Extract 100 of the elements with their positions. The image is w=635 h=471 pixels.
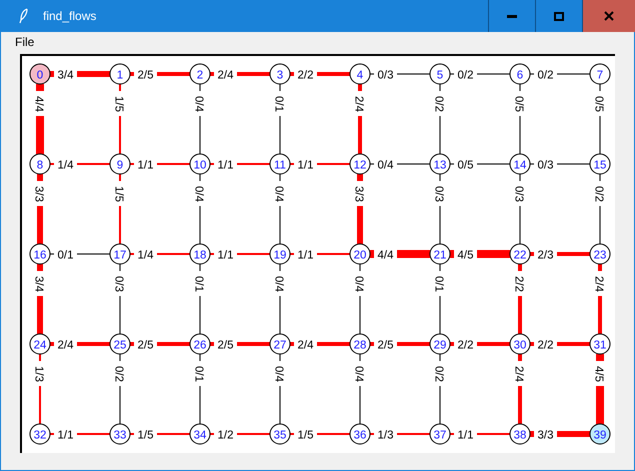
graph-node: 4 [350,64,370,84]
graph-node: 26 [190,334,210,354]
edge-line [36,84,44,154]
edge-line [37,174,43,244]
edge-label: 1/4 [58,160,74,172]
edge-label: 0/3 [112,276,124,292]
edge-line [130,253,190,255]
minimize-icon [507,14,517,18]
graph-node: 23 [590,244,610,264]
edge-label: 2/4 [298,340,314,352]
edge-label: 0/5 [512,96,524,112]
edge-line [210,433,270,435]
edge-line [370,433,430,435]
edge-label: 1/1 [298,250,314,262]
edge-label: 0/3 [378,70,394,82]
edge-label: 2/4 [218,70,234,82]
edge-label: 2/2 [512,276,524,292]
graph-node: 0 [30,64,50,84]
edge-label: 0/2 [538,70,554,82]
close-button[interactable] [582,0,635,32]
edge-label: 4/5 [458,250,474,262]
graph-node: 14 [510,154,530,174]
graph-node: 28 [350,334,370,354]
edge-line [357,174,363,244]
edge-label: 0/2 [112,366,124,382]
graph-node: 39 [590,424,610,444]
edge-label: 0/4 [192,96,204,112]
edge-label: 2/5 [138,70,154,82]
edge-label: 3/4 [58,70,74,82]
graph-node: 5 [430,64,450,84]
graph-node: 10 [190,154,210,174]
edge-label: 0/1 [432,276,444,292]
edge-label: 0/5 [592,96,604,112]
edge-label: 0/1 [272,96,284,112]
edge-label: 0/2 [432,96,444,112]
edge-label: 0/5 [458,160,474,172]
edge-label: 3/4 [32,276,44,292]
edge-label: 3/3 [538,430,554,442]
edge-label: 0/2 [458,70,474,82]
edge-line [37,264,43,334]
edge-line [39,354,41,424]
edge-label: 0/2 [592,186,604,202]
edge-label: 4/5 [592,366,604,382]
graph-node: 16 [30,244,50,264]
edge-label: 0/4 [272,366,284,382]
edge-label: 2/4 [592,276,604,292]
graph-node: 17 [110,244,130,264]
graph-node: 32 [30,424,50,444]
edge-label: 1/5 [138,430,154,442]
edge-label: 2/3 [538,250,554,262]
edge-label: 1/1 [138,160,154,172]
edge-label: 0/1 [192,366,204,382]
edge-line [50,163,110,165]
edge-label: 1/5 [112,96,124,112]
edge-label: 1/1 [218,250,234,262]
graph-node: 9 [110,154,130,174]
edge-label: 1/1 [458,430,474,442]
maximize-icon [554,12,564,20]
graph-node: 35 [270,424,290,444]
graph-node: 19 [270,244,290,264]
edge-line [530,431,590,437]
edge-label: 2/4 [512,366,524,382]
edge-label: 0/3 [512,186,524,202]
edge-label: 1/1 [58,430,74,442]
edge-line [50,71,110,77]
edge-line [130,163,190,165]
edge-label: 1/5 [298,430,314,442]
edge-label: 2/2 [538,340,554,352]
graph-node: 25 [110,334,130,354]
edge-label: 1/2 [218,430,234,442]
edge-label: 1/3 [378,430,394,442]
graph-node: 31 [590,334,610,354]
edge-label: 2/5 [378,340,394,352]
edge-line [596,354,604,424]
edge-label: 3/3 [32,186,44,202]
graph-node: 34 [190,424,210,444]
graph-node: 6 [510,64,530,84]
edge-line [290,433,350,435]
graph-node: 3 [270,64,290,84]
edge-label: 0/4 [272,276,284,292]
menu-item[interactable]: File [15,34,34,48]
graph-node: 33 [110,424,130,444]
edge-label: 2/2 [298,70,314,82]
graph-node: 18 [190,244,210,264]
edge-label: 2/4 [352,96,364,112]
edge-line [119,84,121,154]
edge-label: 2/4 [58,340,74,352]
edge-label: 3/3 [352,186,364,202]
edge-line [290,163,350,165]
edge-label: 0/3 [538,160,554,172]
graph-node: 11 [270,154,290,174]
window-title: find_flows [43,9,96,23]
edge-label: 1/1 [298,160,314,172]
graph-node: 15 [590,154,610,174]
graph-node: 8 [30,154,50,174]
edge-label: 0/3 [432,186,444,202]
graph-node: 20 [350,244,370,264]
graph-node: 22 [510,244,530,264]
edge-line [130,433,190,435]
edge-line [210,253,270,255]
